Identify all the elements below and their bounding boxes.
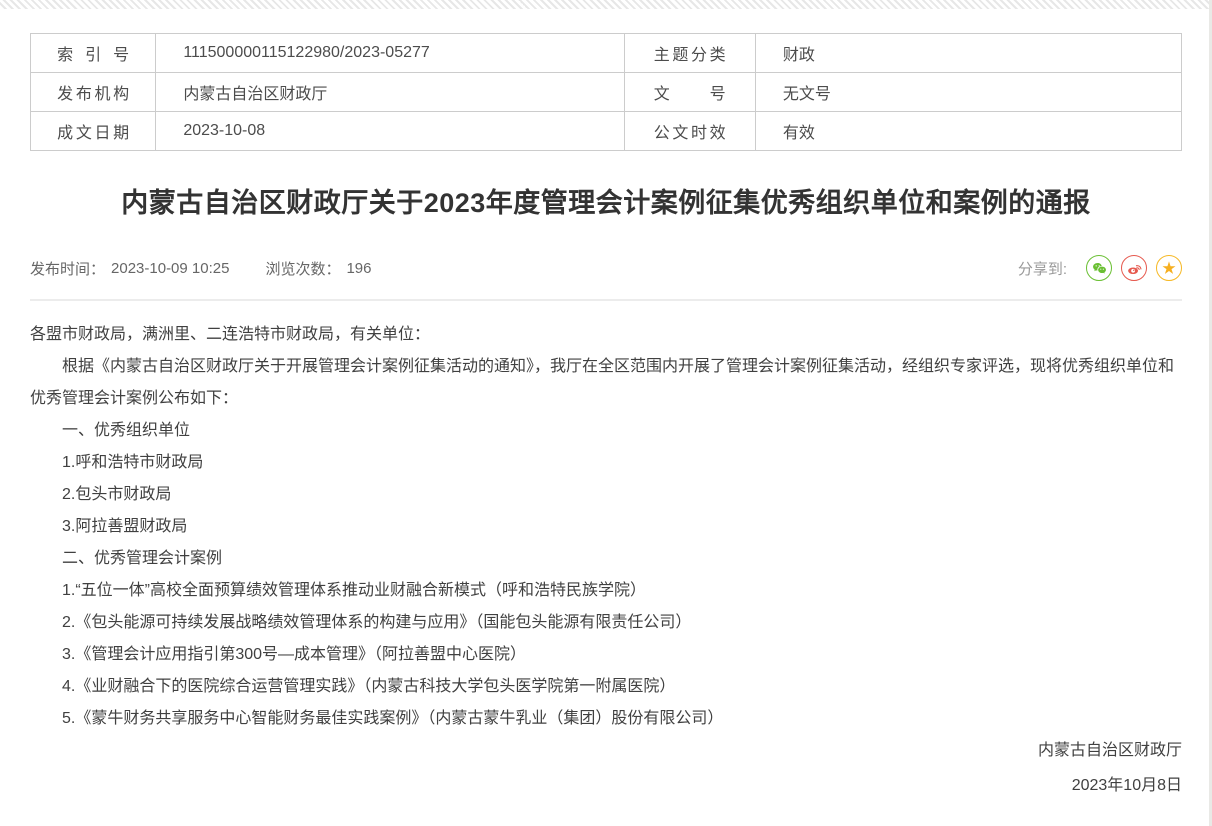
signature-block: 内蒙古自治区财政厅 2023年10月8日 bbox=[30, 735, 1182, 826]
signature-date: 2023年10月8日 bbox=[30, 770, 1182, 802]
meta-label-text: 公文时效 bbox=[654, 119, 726, 143]
meta-value-topic: 财政 bbox=[755, 34, 1181, 73]
share-label: 分享到: bbox=[1018, 258, 1067, 279]
share-bar: 分享到: ★ bbox=[1018, 255, 1182, 281]
meta-label-text: 文号 bbox=[654, 80, 726, 104]
list-item: 3.阿拉善盟财政局 bbox=[30, 511, 1182, 543]
meta-label-text: 成文日期 bbox=[57, 119, 129, 143]
meta-label-text: 发布机构 bbox=[57, 80, 129, 104]
table-row: 成文日期 2023-10-08 公文时效 有效 bbox=[31, 112, 1182, 151]
publish-info: 发布时间： 2023-10-09 10:25 浏览次数： 196 bbox=[30, 258, 372, 279]
meta-label-topic: 主题分类 bbox=[624, 34, 755, 73]
list-item: 1.“五位一体”高校全面预算绩效管理体系推动业财融合新模式（呼和浩特民族学院） bbox=[30, 575, 1182, 607]
doc-meta-table: 索引号 111500000115122980/2023-05277 主题分类 财… bbox=[30, 33, 1182, 151]
meta-label-date-written: 成文日期 bbox=[31, 112, 156, 151]
meta-value-validity: 有效 bbox=[755, 112, 1181, 151]
wechat-share-icon[interactable] bbox=[1086, 255, 1112, 281]
meta-value-issuer: 内蒙古自治区财政厅 bbox=[156, 73, 624, 112]
publish-bar: 发布时间： 2023-10-09 10:25 浏览次数： 196 分享到: bbox=[30, 255, 1182, 301]
list-item: 2.包头市财政局 bbox=[30, 479, 1182, 511]
meta-label-text: 主题分类 bbox=[654, 41, 726, 65]
list-item: 5.《蒙牛财务共享服务中心智能财务最佳实践案例》（内蒙古蒙牛乳业（集团）股份有限… bbox=[30, 703, 1182, 735]
table-row: 索引号 111500000115122980/2023-05277 主题分类 财… bbox=[31, 34, 1182, 73]
signature-org: 内蒙古自治区财政厅 bbox=[30, 735, 1182, 767]
publish-time-label: 发布时间： bbox=[30, 258, 105, 279]
meta-label-doc-no: 文号 bbox=[624, 73, 755, 112]
article-body: 各盟市财政局，满洲里、二连浩特市财政局，有关单位： 根据《内蒙古自治区财政厅关于… bbox=[30, 301, 1182, 735]
table-row: 发布机构 内蒙古自治区财政厅 文号 无文号 bbox=[31, 73, 1182, 112]
list-item: 1.呼和浩特市财政局 bbox=[30, 447, 1182, 479]
list-item: 2.《包头能源可持续发展战略绩效管理体系的构建与应用》（国能包头能源有限责任公司… bbox=[30, 607, 1182, 639]
views-label: 浏览次数： bbox=[265, 258, 340, 279]
views-value: 196 bbox=[346, 260, 371, 277]
page-title: 内蒙古自治区财政厅关于2023年度管理会计案例征集优秀组织单位和案例的通报 bbox=[30, 183, 1182, 223]
paragraph: 根据《内蒙古自治区财政厅关于开展管理会计案例征集活动的通知》，我厅在全区范围内开… bbox=[30, 351, 1182, 415]
publish-time-value: 2023-10-09 10:25 bbox=[111, 260, 229, 277]
top-hatch-strip bbox=[0, 0, 1212, 9]
document-page: 索引号 111500000115122980/2023-05277 主题分类 财… bbox=[30, 33, 1182, 826]
meta-label-text: 索引号 bbox=[57, 41, 129, 65]
meta-value-date-written: 2023-10-08 bbox=[156, 112, 624, 151]
list-item: 3.《管理会计应用指引第300号—成本管理》（阿拉善盟中心医院） bbox=[30, 639, 1182, 671]
meta-label-index-no: 索引号 bbox=[31, 34, 156, 73]
meta-label-validity: 公文时效 bbox=[624, 112, 755, 151]
qzone-share-icon[interactable]: ★ bbox=[1156, 255, 1182, 281]
list-item: 4.《业财融合下的医院综合运营管理实践》（内蒙古科技大学包头医学院第一附属医院） bbox=[30, 671, 1182, 703]
weibo-share-icon[interactable] bbox=[1121, 255, 1147, 281]
meta-label-issuer: 发布机构 bbox=[31, 73, 156, 112]
section-heading-2: 二、优秀管理会计案例 bbox=[30, 543, 1182, 575]
meta-value-doc-no: 无文号 bbox=[755, 73, 1181, 112]
salutation: 各盟市财政局，满洲里、二连浩特市财政局，有关单位： bbox=[30, 319, 1182, 351]
section-heading-1: 一、优秀组织单位 bbox=[30, 415, 1182, 447]
meta-value-index-no: 111500000115122980/2023-05277 bbox=[156, 34, 624, 73]
